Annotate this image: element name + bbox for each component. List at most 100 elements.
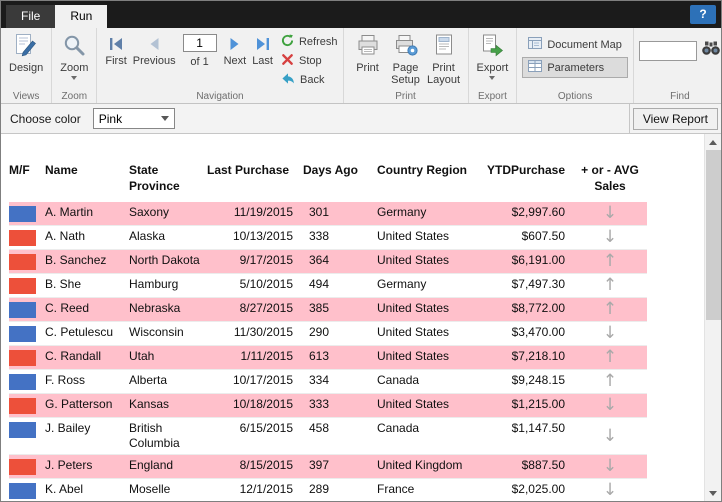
stop-x-icon bbox=[281, 53, 294, 69]
table-row: B. She Hamburg 5/10/2015 494 Germany $7,… bbox=[9, 273, 647, 298]
cell-state: Nebraska bbox=[129, 297, 207, 322]
scroll-down-button[interactable] bbox=[705, 485, 721, 501]
cell-last-purchase: 6/15/2015 bbox=[207, 417, 303, 455]
document-map-label: Document Map bbox=[547, 38, 622, 51]
cell-state: Saxony bbox=[129, 202, 207, 226]
next-page-button[interactable]: Next bbox=[221, 31, 250, 67]
tab-file[interactable]: File bbox=[6, 5, 56, 28]
table-row: A. Martin Saxony 11/19/2015 301 Germany … bbox=[9, 202, 647, 226]
cell-name: F. Ross bbox=[45, 369, 129, 394]
table-row: G. Patterson Kansas 10/18/2015 333 Unite… bbox=[9, 393, 647, 418]
document-map-button[interactable]: Document Map bbox=[522, 34, 628, 55]
ribbon-group-find: Find bbox=[634, 28, 721, 103]
cell-last-purchase: 10/18/2015 bbox=[207, 393, 303, 418]
cell-ytd: $8,772.00 bbox=[487, 297, 573, 322]
next-page-label: Next bbox=[223, 55, 247, 67]
cell-ytd: $9,248.15 bbox=[487, 369, 573, 394]
cell-name: B. She bbox=[45, 273, 129, 298]
cell-last-purchase: 11/19/2015 bbox=[207, 202, 303, 226]
tab-run[interactable]: Run bbox=[55, 5, 108, 28]
help-button[interactable]: ? bbox=[690, 5, 716, 24]
choose-color-label: Choose color bbox=[10, 111, 81, 126]
page-setup-button[interactable]: Page Setup bbox=[387, 31, 425, 89]
cell-last-purchase: 5/10/2015 bbox=[207, 273, 303, 298]
gender-square bbox=[9, 278, 36, 294]
parameters-icon bbox=[528, 60, 543, 75]
page-count-label: of 1 bbox=[190, 56, 209, 68]
print-group-label: Print bbox=[395, 91, 416, 102]
cell-country: United Kingdom bbox=[377, 454, 487, 479]
options-group-label: Options bbox=[557, 91, 593, 102]
scrollbar-thumb[interactable] bbox=[706, 150, 721, 320]
col-header-country-region: Country Region bbox=[377, 163, 467, 177]
trend-arrow: ↑ bbox=[602, 347, 618, 367]
cell-last-purchase: 1/11/2015 bbox=[207, 345, 303, 370]
stop-label: Stop bbox=[298, 55, 322, 67]
print-layout-button[interactable]: Print Layout bbox=[425, 31, 463, 89]
color-select[interactable]: Pink bbox=[92, 108, 175, 129]
report-table: M/F Name State Province Last Purchase Da… bbox=[9, 160, 647, 501]
previous-page-button[interactable]: Previous bbox=[130, 31, 179, 67]
cell-days-ago: 613 bbox=[303, 345, 377, 370]
export-button[interactable]: Export bbox=[474, 31, 512, 82]
table-row: C. Randall Utah 1/11/2015 613 United Sta… bbox=[9, 345, 647, 370]
gender-square bbox=[9, 230, 36, 246]
cell-ytd: $7,218.10 bbox=[487, 345, 573, 370]
cell-days-ago: 397 bbox=[303, 454, 377, 479]
table-row: J. Bailey British Columbia 6/15/2015 458… bbox=[9, 417, 647, 455]
first-page-icon bbox=[108, 35, 124, 52]
scroll-up-button[interactable] bbox=[705, 134, 721, 150]
cell-days-ago: 385 bbox=[303, 297, 377, 322]
cell-name: C. Randall bbox=[45, 345, 129, 370]
design-button-label: Design bbox=[9, 61, 44, 74]
page-number-input[interactable] bbox=[182, 34, 217, 52]
zoom-button[interactable]: Zoom bbox=[57, 31, 91, 82]
print-layout-label: Print Layout bbox=[427, 61, 461, 87]
cell-ytd: $3,470.00 bbox=[487, 321, 573, 346]
cell-days-ago: 301 bbox=[303, 202, 377, 226]
last-page-icon bbox=[255, 35, 271, 52]
stop-button[interactable]: Stop bbox=[281, 53, 338, 69]
first-page-button[interactable]: First bbox=[102, 31, 129, 67]
cell-country: Germany bbox=[377, 273, 487, 298]
cell-state: British Columbia bbox=[129, 417, 207, 455]
cell-state: Wisconsin bbox=[129, 321, 207, 346]
design-button[interactable]: Design bbox=[6, 31, 46, 76]
cell-days-ago: 333 bbox=[303, 393, 377, 418]
ribbon-group-export: Export Export bbox=[469, 28, 518, 103]
page-setup-label: Page Setup bbox=[391, 61, 420, 87]
gender-square bbox=[9, 254, 36, 270]
cell-state: Alberta bbox=[129, 369, 207, 394]
trend-arrow: ↓ bbox=[602, 456, 618, 476]
vertical-scrollbar[interactable] bbox=[704, 134, 721, 501]
report-viewer-window: File Run ? Design Views Zoom Zoom First … bbox=[0, 0, 722, 502]
gender-square bbox=[9, 398, 36, 414]
page-setup-icon bbox=[394, 33, 418, 61]
parameters-button[interactable]: Parameters bbox=[522, 57, 628, 78]
back-button[interactable]: Back bbox=[281, 72, 338, 88]
cell-name: A. Nath bbox=[45, 225, 129, 250]
last-page-button[interactable]: Last bbox=[249, 31, 276, 67]
titlebar: File Run ? bbox=[1, 1, 721, 28]
trend-arrow: ↓ bbox=[602, 323, 618, 343]
find-binoculars-icon[interactable] bbox=[701, 40, 721, 61]
view-report-button[interactable]: View Report bbox=[632, 107, 718, 130]
ribbon-group-views: Design Views bbox=[1, 28, 53, 103]
zoom-magnifier-icon bbox=[62, 33, 86, 61]
refresh-button[interactable]: Refresh bbox=[281, 34, 338, 50]
table-row: B. Sanchez North Dakota 9/17/2015 364 Un… bbox=[9, 249, 647, 274]
cell-name: G. Patterson bbox=[45, 393, 129, 418]
export-button-label: Export bbox=[476, 61, 509, 74]
print-button[interactable]: Print bbox=[349, 31, 387, 76]
cell-country: United States bbox=[377, 393, 487, 418]
scroll-down-icon bbox=[709, 490, 717, 496]
find-input[interactable] bbox=[638, 40, 697, 61]
chevron-down-icon bbox=[160, 116, 169, 121]
trend-arrow: ↓ bbox=[602, 227, 618, 247]
cell-ytd: $1,147.50 bbox=[487, 417, 573, 455]
table-row: A. Nath Alaska 10/13/2015 338 United Sta… bbox=[9, 225, 647, 250]
print-layout-icon bbox=[432, 33, 456, 61]
table-row: J. Peters England 8/15/2015 397 United K… bbox=[9, 454, 647, 479]
col-header-state-province: State Province bbox=[129, 163, 180, 193]
cell-last-purchase: 12/1/2015 bbox=[207, 478, 303, 501]
